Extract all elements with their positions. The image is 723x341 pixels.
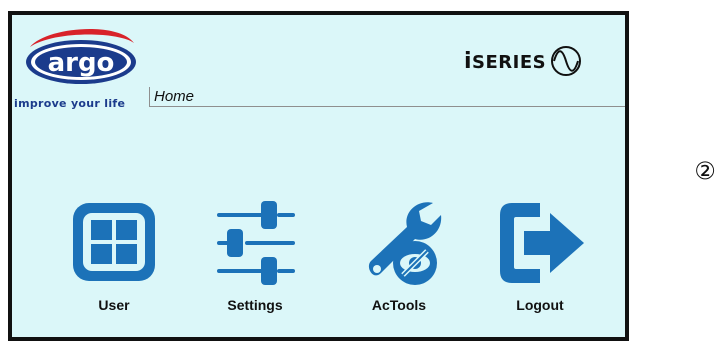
- iseries-brand: iSERIES: [464, 41, 583, 81]
- step-marker: ②: [694, 157, 716, 185]
- menu-item-actools[interactable]: AcTools: [339, 201, 459, 321]
- menu-label-actools: AcTools: [371, 297, 427, 313]
- wrench-eye-icon: [368, 202, 442, 285]
- device-screen: argo improve your life Home iSERIES User: [8, 11, 629, 341]
- menu-label-logout: Logout: [516, 297, 564, 313]
- logo-text: argo: [48, 48, 115, 78]
- breadcrumb: Home: [149, 87, 625, 107]
- menu-item-logout[interactable]: Logout: [480, 201, 600, 321]
- brand-text: iSERIES: [464, 49, 546, 74]
- menu-label-settings: Settings: [227, 297, 283, 313]
- sine-wave-icon: [551, 46, 582, 76]
- brand-name: SERIES: [472, 51, 547, 73]
- tagline: improve your life: [14, 97, 126, 110]
- sliders-icon: [217, 201, 295, 285]
- logout-arrow-icon: [500, 203, 584, 283]
- menu-item-user[interactable]: User: [54, 201, 174, 321]
- argo-logo-icon: argo: [26, 29, 136, 84]
- grid-icon: [73, 203, 155, 281]
- menu-item-settings[interactable]: Settings: [195, 201, 315, 321]
- argo-logo: argo: [22, 25, 140, 91]
- menu-label-user: User: [98, 297, 130, 313]
- main-menu: User Settings AcTools Logout: [12, 201, 625, 321]
- brand-prefix: i: [464, 48, 473, 74]
